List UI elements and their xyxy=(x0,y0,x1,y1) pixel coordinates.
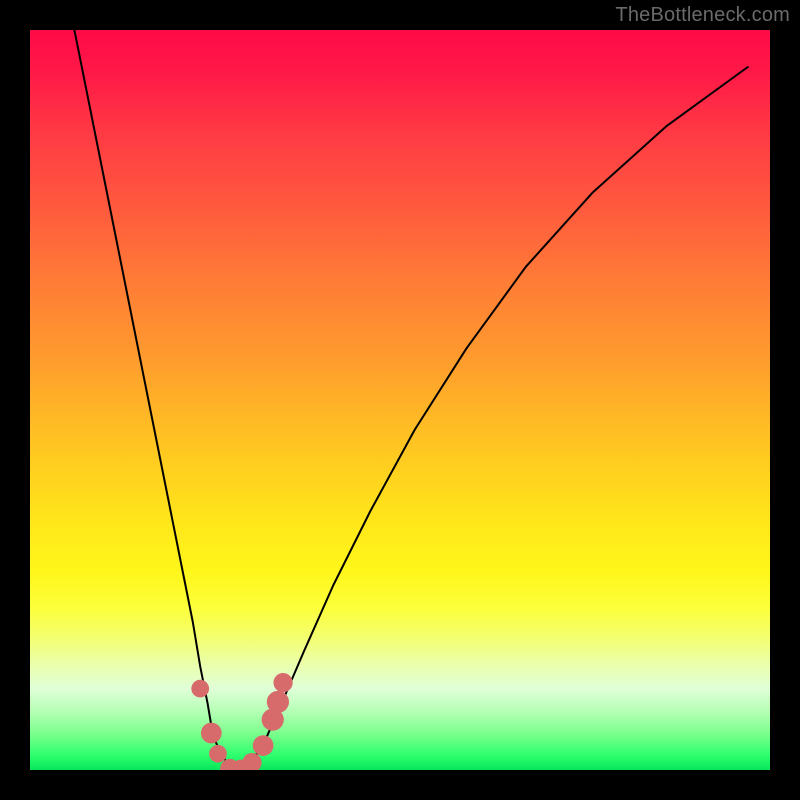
marker-dot xyxy=(191,680,209,698)
curve-right-branch xyxy=(237,67,748,770)
plot-area xyxy=(30,30,770,770)
marker-dot xyxy=(267,691,289,713)
marker-dot xyxy=(242,753,261,770)
marker-dot xyxy=(201,723,222,744)
marker-dot xyxy=(253,735,274,756)
bottleneck-curve xyxy=(30,30,770,770)
curve-left-branch xyxy=(74,30,237,770)
marker-dot xyxy=(209,745,227,763)
chart-frame: TheBottleneck.com xyxy=(0,0,800,800)
marker-dot xyxy=(273,673,292,692)
watermark-text: TheBottleneck.com xyxy=(615,4,790,27)
